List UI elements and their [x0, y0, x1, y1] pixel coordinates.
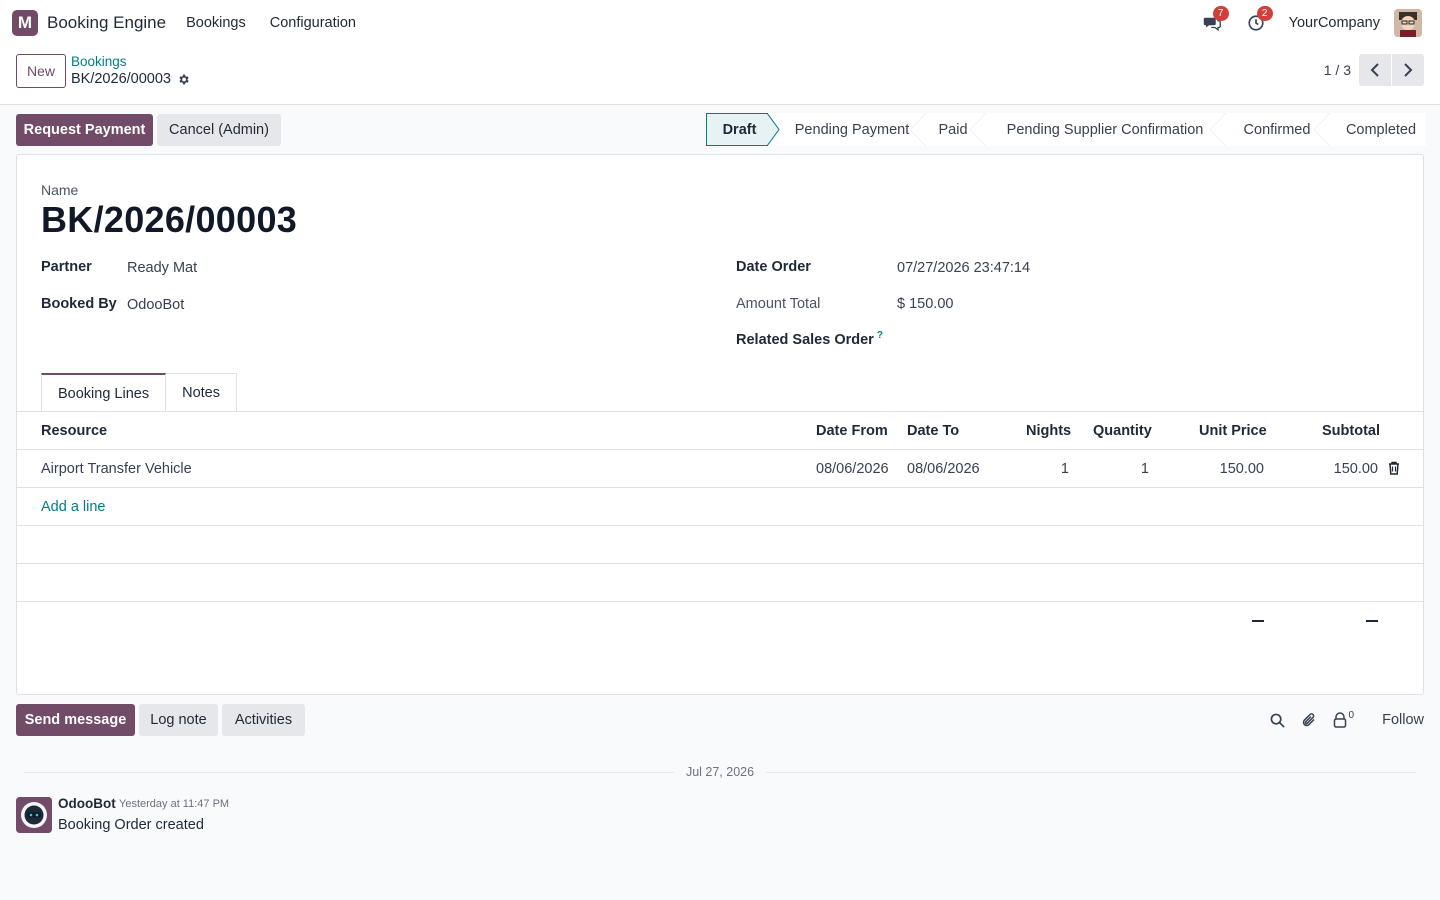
record-title[interactable]: BK/2026/00003 [41, 199, 297, 241]
search-icon[interactable] [1270, 713, 1285, 728]
pager-next-button[interactable] [1392, 54, 1424, 86]
activities-badge: 2 [1256, 6, 1273, 21]
stage-label: Completed [1345, 121, 1417, 138]
date-separator: Jul 27, 2026 [685, 765, 755, 779]
followers-count: 0 [1348, 709, 1355, 721]
breadcrumb-bookings[interactable]: Bookings [71, 54, 127, 69]
app-name[interactable]: Booking Engine [47, 13, 166, 33]
date-order-label: Date Order [736, 259, 811, 275]
cancel-admin-button[interactable]: Cancel (Admin) [157, 114, 281, 146]
column-date-to[interactable]: Date To [907, 423, 959, 439]
stage-label: Pending Supplier Confirmation [1006, 121, 1204, 138]
column-resource[interactable]: Resource [41, 423, 107, 439]
row-divider [17, 487, 1423, 488]
status-bar: Draft Pending Payment Paid Pending Suppl… [706, 113, 1426, 146]
booked-by-field[interactable]: OdooBot [127, 297, 184, 313]
related-sales-order-text: Related Sales Order [736, 331, 874, 348]
messages-icon[interactable]: 7 [1201, 6, 1229, 34]
app-logo-icon[interactable]: M [12, 10, 38, 36]
cell-date-from: 08/06/2026 [816, 461, 889, 477]
column-quantity[interactable]: Quantity [1093, 423, 1152, 439]
column-unit-price[interactable]: Unit Price [1199, 423, 1267, 439]
row-divider [17, 525, 1423, 526]
tab-notes[interactable]: Notes [166, 373, 237, 412]
followers-icon[interactable]: 0 [1333, 709, 1355, 728]
cell-nights: 1 [1060, 461, 1069, 477]
activities-button[interactable]: Activities [222, 704, 305, 736]
chatter-tools: 0 Follow [1256, 708, 1424, 732]
partner-field[interactable]: Ready Mat [127, 260, 197, 276]
column-nights[interactable]: Nights [1026, 423, 1071, 439]
activities-clock-icon[interactable]: 2 [1245, 6, 1273, 34]
tab-booking-lines[interactable]: Booking Lines [41, 373, 167, 412]
unit-price-total-dash [1252, 620, 1264, 622]
cell-unit-price: 150.00 [1219, 461, 1264, 477]
request-payment-button[interactable]: Request Payment [16, 114, 153, 146]
subtotal-total-dash [1366, 620, 1378, 622]
menu-bookings[interactable]: Bookings [186, 15, 246, 31]
column-date-from[interactable]: Date From [816, 423, 888, 439]
date-order-field[interactable]: 07/27/2026 23:47:14 [897, 260, 1030, 276]
form-sheet: Name BK/2026/00003 Partner Ready Mat Boo… [16, 154, 1424, 695]
paperclip-icon[interactable] [1301, 712, 1317, 728]
pager-previous-button[interactable] [1359, 54, 1391, 86]
odoobot-avatar[interactable] [16, 797, 52, 833]
stage-label: Paid [938, 121, 968, 138]
menu-configuration[interactable]: Configuration [270, 15, 356, 31]
stage-pending-supplier-confirmation[interactable]: Pending Supplier Confirmation [978, 113, 1226, 146]
amount-total-value: $ 150.00 [897, 296, 954, 312]
stage-confirmed[interactable]: Confirmed [1218, 113, 1330, 146]
row-divider [17, 601, 1423, 602]
send-message-button[interactable]: Send message [16, 704, 135, 736]
stage-label: Pending Payment [794, 121, 910, 138]
stage-paid[interactable]: Paid [918, 113, 986, 146]
cell-quantity: 1 [1140, 461, 1149, 477]
company-switcher[interactable]: YourCompany [1289, 15, 1380, 31]
pager-value[interactable]: 1 / 3 [1324, 62, 1351, 78]
stage-draft[interactable]: Draft [706, 113, 780, 146]
user-avatar[interactable] [1394, 9, 1422, 37]
related-sales-order-label: Related Sales Order? [736, 330, 883, 348]
chevron-left-icon [1370, 63, 1379, 77]
name-label: Name [41, 182, 79, 198]
top-navbar: M Booking Engine Bookings Configuration … [0, 0, 1440, 46]
partner-label: Partner [41, 259, 92, 275]
record-name-label: BK/2026/00003 [71, 71, 171, 87]
control-panel: New Bookings BK/2026/00003 1 / 3 [0, 46, 1440, 105]
help-tooltip-icon[interactable]: ? [877, 330, 883, 341]
new-button[interactable]: New [16, 54, 67, 88]
follow-button[interactable]: Follow [1382, 712, 1424, 728]
breadcrumb-current: BK/2026/00003 [71, 71, 190, 87]
navbar-systray: 7 2 YourCompany [1201, 0, 1422, 46]
amount-total-label: Amount Total [736, 296, 821, 312]
row-divider [17, 563, 1423, 564]
add-a-line-link[interactable]: Add a line [41, 499, 106, 515]
gear-icon[interactable] [177, 73, 190, 86]
table-header-divider [17, 449, 1423, 450]
trash-icon[interactable] [1388, 461, 1400, 478]
cell-subtotal: 150.00 [1333, 461, 1378, 477]
message-time: Yesterday at 11:47 PM [119, 798, 230, 810]
stage-pending-payment[interactable]: Pending Payment [768, 113, 926, 146]
messages-badge: 7 [1212, 6, 1229, 21]
column-subtotal[interactable]: Subtotal [1322, 423, 1380, 439]
stage-completed[interactable]: Completed [1322, 113, 1426, 146]
cell-resource: Airport Transfer Vehicle [41, 461, 192, 477]
message-body: Booking Order created [58, 817, 204, 833]
stage-label: Draft [722, 121, 757, 138]
cell-date-to: 08/06/2026 [907, 461, 980, 477]
message-author[interactable]: OdooBot [58, 796, 116, 811]
tab-divider [17, 411, 1423, 412]
log-note-button[interactable]: Log note [139, 704, 218, 736]
chevron-right-icon [1404, 63, 1413, 77]
notebook-tabs: Booking Lines Notes [41, 373, 237, 412]
booked-by-label: Booked By [41, 296, 117, 312]
stage-label: Confirmed [1243, 121, 1311, 138]
